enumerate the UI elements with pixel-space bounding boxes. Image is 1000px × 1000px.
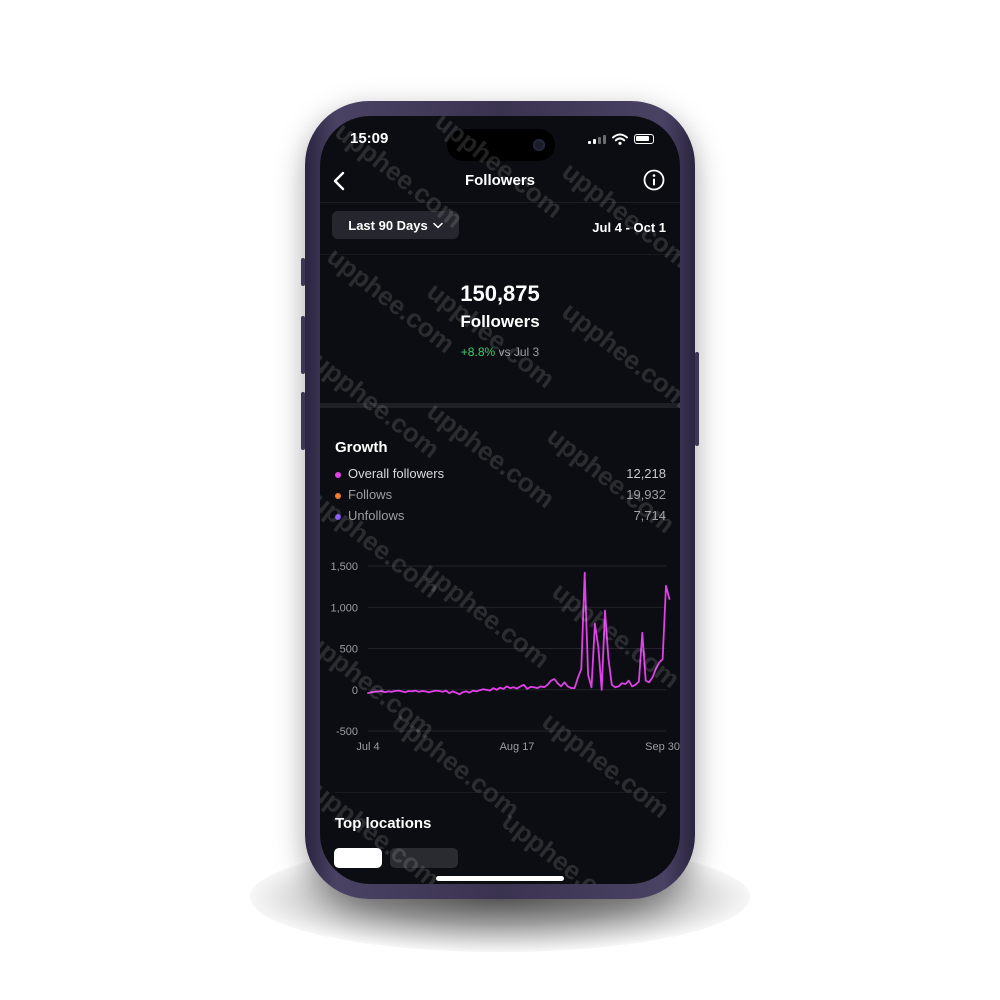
legend-value: 7,714 bbox=[633, 508, 666, 523]
legend-dot-overall bbox=[335, 472, 341, 478]
y-tick-label: 500 bbox=[340, 644, 358, 656]
nav-divider bbox=[320, 202, 680, 203]
legend-value: 12,218 bbox=[626, 466, 666, 481]
series-line-overall-followers bbox=[367, 571, 671, 696]
action-button bbox=[301, 258, 305, 286]
date-range-text: Jul 4 - Oct 1 bbox=[592, 220, 666, 235]
legend-label: Follows bbox=[348, 487, 393, 502]
volume-up-button bbox=[301, 316, 305, 374]
x-tick-label: Sep 30 bbox=[645, 741, 680, 753]
legend-label: Overall followers bbox=[348, 466, 445, 481]
date-range-dropdown-label: Last 90 Days bbox=[348, 217, 428, 233]
section-divider bbox=[335, 792, 666, 793]
wifi-icon bbox=[612, 133, 628, 145]
section-divider bbox=[320, 254, 680, 255]
power-button bbox=[695, 352, 699, 446]
x-tick-label: Aug 17 bbox=[500, 741, 535, 753]
legend-dot-follows bbox=[335, 493, 341, 499]
date-range-dropdown[interactable]: Last 90 Days bbox=[332, 211, 459, 239]
change-comparison: vs Jul 3 bbox=[498, 345, 540, 359]
battery-icon bbox=[634, 134, 654, 144]
location-tab[interactable] bbox=[390, 848, 458, 868]
status-time: 15:09 bbox=[350, 130, 389, 147]
watermark: upphee.com bbox=[496, 806, 636, 884]
location-tab-active[interactable] bbox=[334, 848, 382, 868]
legend-label: Unfollows bbox=[348, 508, 405, 523]
growth-title: Growth bbox=[335, 439, 388, 456]
legend-unfollows: Unfollows 7,714 bbox=[335, 508, 666, 526]
legend-dot-unfollows bbox=[335, 514, 341, 520]
legend-follows: Follows 19,932 bbox=[335, 487, 666, 505]
nav-bar: Followers bbox=[320, 166, 680, 196]
follower-count-label: Followers bbox=[460, 312, 540, 331]
dynamic-island bbox=[447, 129, 555, 161]
follower-change: +8.8% vs Jul 3 bbox=[320, 345, 680, 359]
section-divider-thick bbox=[320, 403, 680, 408]
cellular-signal-icon bbox=[588, 134, 606, 144]
page-title: Followers bbox=[464, 172, 535, 189]
x-tick-label: Jul 4 bbox=[356, 741, 379, 753]
y-tick-label: 0 bbox=[352, 685, 358, 697]
info-icon[interactable] bbox=[642, 168, 666, 192]
legend-overall-followers: Overall followers 12,218 bbox=[335, 466, 666, 484]
status-icons bbox=[588, 133, 654, 145]
y-tick-label: -500 bbox=[336, 726, 358, 738]
chevron-down-icon bbox=[433, 222, 443, 229]
volume-down-button bbox=[301, 392, 305, 450]
follower-count: 150,875 bbox=[460, 281, 540, 306]
growth-chart: 1,500 1,000 500 0 -500 Jul 4 Aug 17 Sep 30 bbox=[330, 561, 680, 753]
phone-screen: 15:09 Followers Last 90 Days Jul 4 - Oct… bbox=[320, 116, 680, 884]
legend-value: 19,932 bbox=[626, 487, 666, 502]
y-tick-label: 1,500 bbox=[330, 561, 358, 573]
y-tick-label: 1,000 bbox=[330, 602, 358, 614]
change-percent: +8.8% bbox=[460, 345, 496, 359]
home-indicator[interactable] bbox=[436, 876, 564, 881]
top-locations-title: Top locations bbox=[335, 815, 432, 832]
camera-icon bbox=[533, 139, 545, 151]
